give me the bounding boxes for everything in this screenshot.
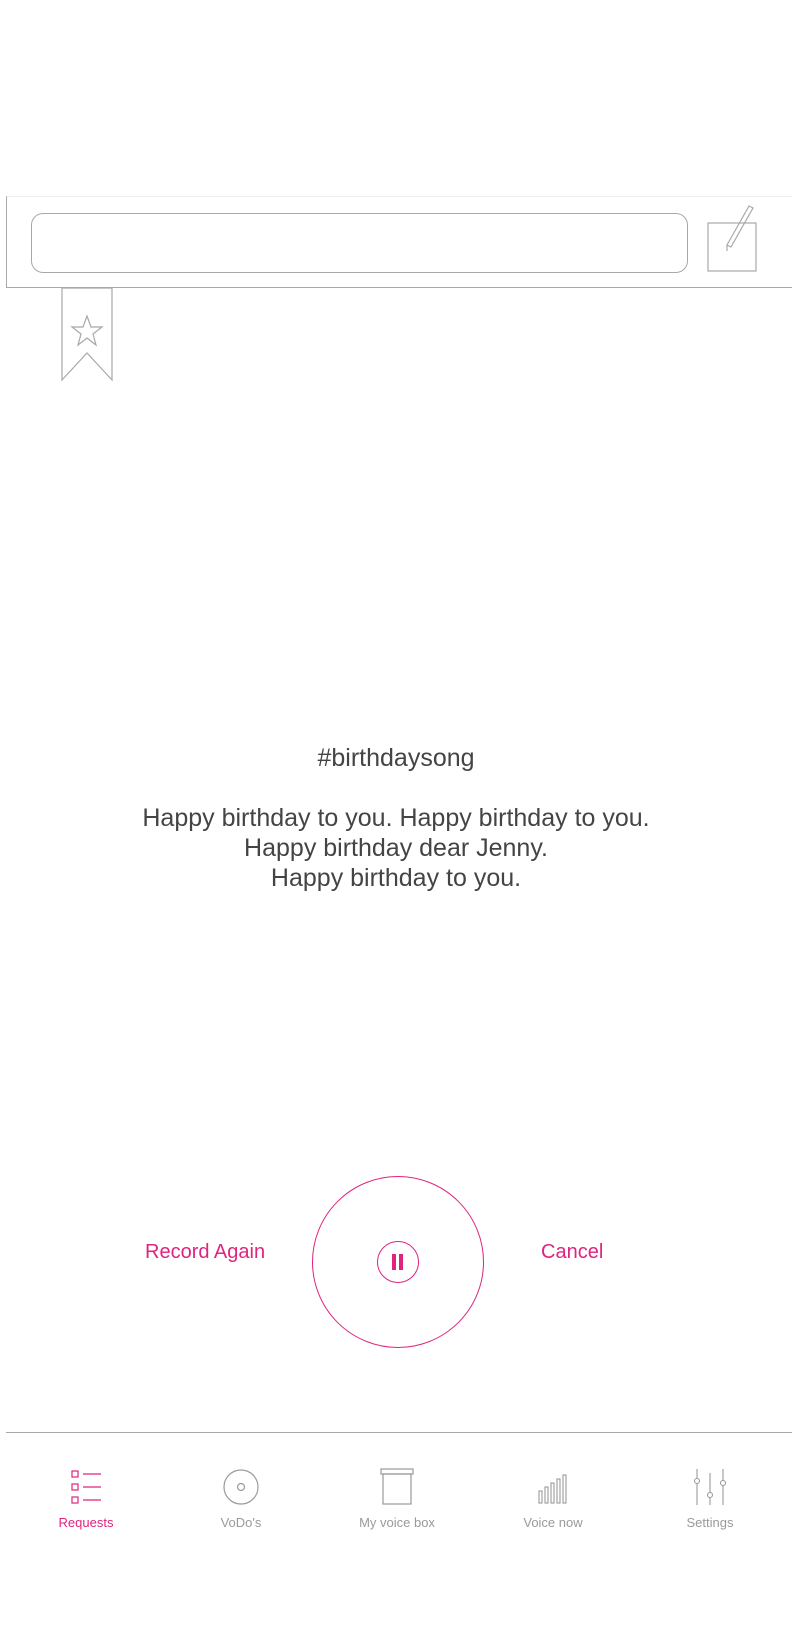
- star-bookmark-icon: [61, 287, 113, 382]
- favorite-bookmark[interactable]: [61, 287, 113, 382]
- nav-label: Voice now: [523, 1515, 583, 1530]
- nav-label: Requests: [58, 1515, 114, 1530]
- nav-label: My voice box: [359, 1515, 435, 1530]
- nav-item-voice-now[interactable]: Voice now: [475, 1465, 631, 1530]
- lyrics-line: Happy birthday to you. Happy birthday to…: [142, 804, 650, 832]
- nav-item-requests[interactable]: Requests: [8, 1465, 164, 1530]
- lyrics-line: Happy birthday to you.: [270, 864, 522, 892]
- nav-item-settings[interactable]: Settings: [632, 1465, 788, 1530]
- pause-button[interactable]: [377, 1241, 419, 1283]
- lyrics-line: Happy birthday dear Jenny.: [244, 834, 548, 862]
- list-icon: [71, 1470, 101, 1504]
- bars-icon: [538, 1474, 567, 1504]
- bottom-nav: Requests VoDo's My voice box Voice now S…: [6, 1432, 792, 1633]
- nav-label: VoDo's: [220, 1515, 262, 1530]
- top-input-bar: [6, 196, 792, 288]
- pencil-square-icon: [707, 205, 757, 272]
- pause-icon: [392, 1254, 396, 1270]
- sliders-icon: [693, 1469, 727, 1505]
- record-again-button[interactable]: Record Again: [145, 1241, 265, 1264]
- request-lyrics: Happy birthday to you. Happy birthday to…: [0, 803, 792, 893]
- nav-item-my-voice-box[interactable]: My voice box: [319, 1465, 475, 1530]
- nav-item-vodos[interactable]: VoDo's: [163, 1465, 319, 1530]
- edit-button[interactable]: [701, 201, 759, 277]
- disc-icon: [223, 1469, 259, 1505]
- box-icon: [380, 1468, 414, 1505]
- cancel-button[interactable]: Cancel: [541, 1241, 603, 1264]
- request-hashtag: #birthdaysong: [317, 744, 475, 772]
- request-input[interactable]: [31, 213, 688, 273]
- nav-label: Settings: [686, 1515, 734, 1530]
